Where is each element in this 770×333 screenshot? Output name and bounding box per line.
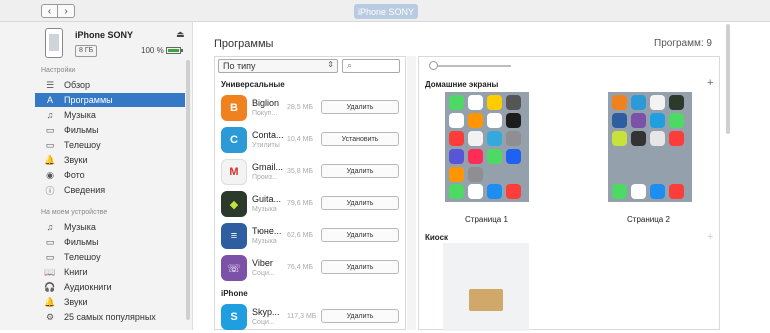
music-icon: ♫ [46, 110, 54, 120]
kiosk-title: Киоск [425, 233, 449, 242]
sidebar-item-device-tvshows[interactable]: ▭ Телешоу [35, 250, 185, 264]
home-screens-title: Домашние экраны [425, 80, 499, 89]
main-scrollbar[interactable] [726, 24, 730, 134]
toolbar: ‹ › iPhone SONY [0, 0, 770, 22]
sidebar-item-tones[interactable]: 🔔 Звуки [35, 153, 185, 167]
install-button[interactable]: Установить [321, 132, 399, 146]
sidebar-item-device-music[interactable]: ♫ Музыка [35, 220, 185, 234]
sidebar-item-apps[interactable]: A Программы [35, 93, 185, 107]
app-grid [612, 95, 690, 146]
info-icon: ⓘ [45, 185, 55, 196]
page-title: Программы [214, 38, 274, 50]
remove-button[interactable]: Удалить [321, 164, 399, 178]
remove-button[interactable]: Удалить [321, 260, 399, 274]
sort-select[interactable]: По типу ⇕ [218, 59, 338, 73]
sidebar: iPhone SONY ⏏ 8 ГБ 100 % Настройки ☰ Обзо… [0, 22, 193, 330]
music-icon: ♫ [46, 222, 54, 232]
sidebar-item-device-audiobooks[interactable]: 🎧 Аудиокниги [35, 280, 185, 294]
dock [449, 184, 527, 199]
add-page-icon[interactable]: + [707, 77, 713, 89]
page-label-1: Страница 1 [465, 215, 508, 224]
sidebar-scrollbar[interactable] [186, 60, 190, 320]
iphone-icon [45, 28, 63, 58]
battery-percent: 100 % [141, 46, 164, 55]
film-icon: ▭ [45, 236, 55, 247]
tv-icon: ▭ [45, 139, 55, 150]
sidebar-item-device-movies[interactable]: ▭ Фильмы [35, 235, 185, 249]
page-label-2: Страница 2 [627, 215, 670, 224]
sidebar-item-music[interactable]: ♫ Музыка [35, 108, 185, 122]
tv-icon: ▭ [45, 251, 55, 262]
group-universal: Универсальные [221, 80, 285, 89]
search-input[interactable]: ⌕ [342, 59, 400, 73]
app-row[interactable]: M Gmail... Произ... 35,8 МБ Удалить [215, 156, 405, 188]
app-row[interactable]: ☏ Viber Соци... 76,4 МБ Удалить [215, 252, 405, 284]
remove-button[interactable]: Удалить [321, 309, 399, 323]
zoom-slider[interactable] [431, 65, 511, 67]
chevron-updown-icon: ⇕ [327, 60, 334, 69]
remove-button[interactable]: Удалить [321, 196, 399, 210]
add-kiosk-icon: + [707, 231, 714, 243]
battery-icon [166, 47, 183, 54]
panel-divider[interactable] [407, 56, 416, 330]
kiosk-screen[interactable] [443, 243, 529, 331]
sidebar-item-info[interactable]: ⓘ Сведения [35, 183, 185, 197]
app-row[interactable]: B Biglion Покуп... 28,5 МБ Удалить [215, 92, 405, 124]
gear-icon: ⚙ [45, 311, 55, 322]
viber-app-icon: ☏ [221, 255, 247, 281]
bell-icon: 🔔 [44, 296, 56, 307]
apps-icon: A [46, 95, 53, 105]
contacts-app-icon: C [221, 127, 247, 153]
remove-button[interactable]: Удалить [321, 228, 399, 242]
apps-count: Программ: 9 [654, 38, 712, 49]
sidebar-item-movies[interactable]: ▭ Фильмы [35, 123, 185, 137]
home-screen-page-2[interactable] [608, 92, 692, 202]
sidebar-item-overview[interactable]: ☰ Обзор [35, 78, 185, 92]
home-screens-panel: Домашние экраны + Страница 1 Страница 2 … [418, 56, 720, 331]
list-icon: ☰ [45, 79, 55, 90]
search-icon: ⌕ [347, 60, 353, 70]
camera-icon: ◉ [46, 169, 54, 180]
back-button[interactable]: ‹ [41, 4, 58, 18]
guitar-app-icon: ◆ [221, 191, 247, 217]
app-row[interactable]: C Conta... Утилиты 10,4 МБ Установить [215, 124, 405, 156]
sidebar-item-device-tones[interactable]: 🔔 Звуки [35, 295, 185, 309]
biglion-app-icon: B [221, 95, 247, 121]
sidebar-item-device-books[interactable]: 📖 Книги [35, 265, 185, 279]
headphones-icon: 🎧 [44, 281, 56, 292]
book-icon: 📖 [44, 266, 56, 277]
film-icon: ▭ [45, 124, 55, 135]
device-section-title: На моем устройстве [41, 209, 108, 216]
bell-icon: 🔔 [44, 154, 56, 165]
app-grid [449, 95, 527, 182]
home-screen-page-1[interactable] [445, 92, 529, 202]
sidebar-item-photos[interactable]: ◉ Фото [35, 168, 185, 182]
apps-list-panel: По типу ⇕ ⌕ Универсальные B Biglion Покуп… [214, 56, 406, 330]
app-row[interactable]: S Skyp... Соци... 117,3 МБ Удалить [215, 301, 405, 333]
device-header: iPhone SONY ⏏ 8 ГБ 100 % [0, 22, 193, 62]
gmail-app-icon: M [221, 159, 247, 185]
sidebar-item-device-top25[interactable]: ⚙ 25 самых популярных [35, 310, 185, 324]
sidebar-item-tvshows[interactable]: ▭ Телешоу [35, 138, 185, 152]
tuner-app-icon: ≡ [221, 223, 247, 249]
settings-section-title: Настройки [41, 67, 76, 74]
device-button[interactable]: iPhone SONY [354, 4, 418, 19]
forward-button[interactable]: › [58, 4, 75, 18]
eject-icon[interactable]: ⏏ [176, 29, 185, 40]
app-row[interactable]: ≡ Тюне... Музыка 62,6 МБ Удалить [215, 220, 405, 252]
dock [612, 184, 690, 199]
remove-button[interactable]: Удалить [321, 100, 399, 114]
group-iphone: iPhone [221, 289, 248, 298]
capacity-badge: 8 ГБ [75, 45, 98, 57]
device-name: iPhone SONY [75, 30, 134, 40]
newsstand-icon [469, 289, 503, 311]
app-row[interactable]: ◆ Guita... Музыка 79,6 МБ Удалить [215, 188, 405, 220]
skype-app-icon: S [221, 304, 247, 330]
zoom-slider-knob[interactable] [429, 61, 438, 70]
